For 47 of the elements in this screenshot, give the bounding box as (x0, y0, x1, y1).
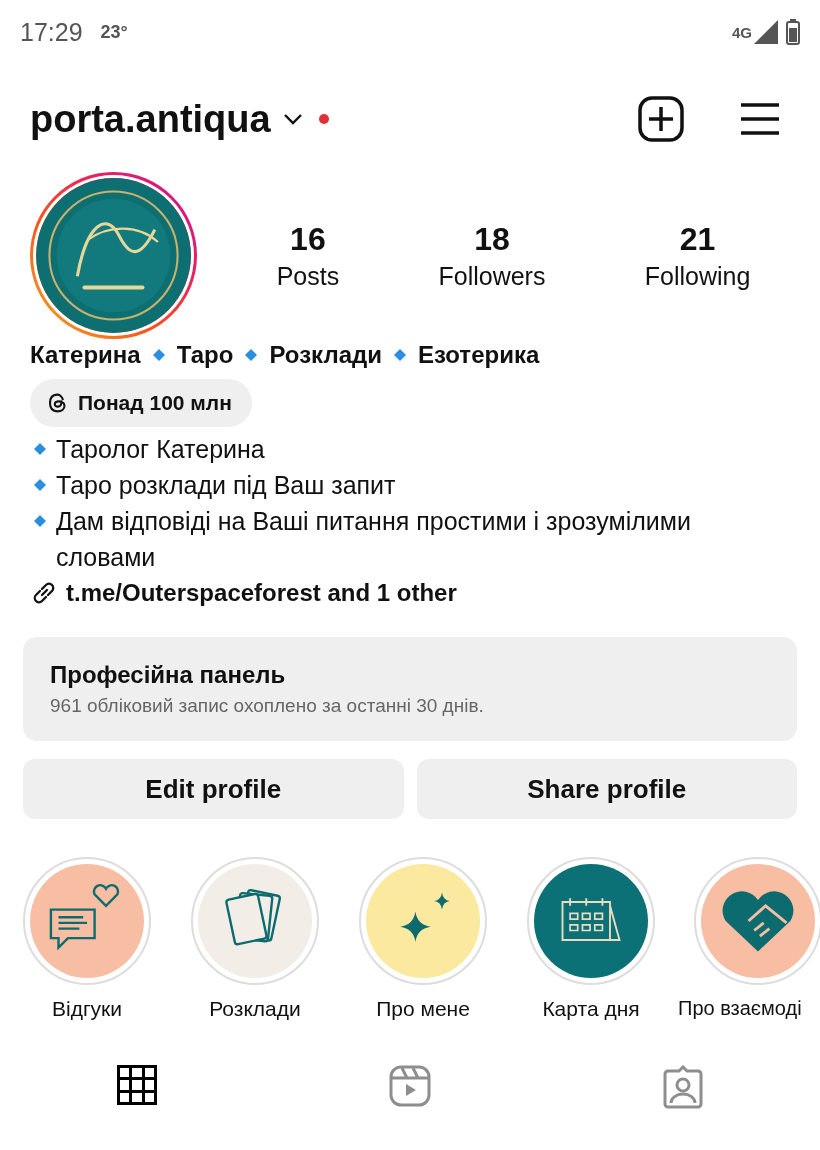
headline-text: Катерина (30, 341, 141, 369)
grid-icon[interactable] (116, 1065, 157, 1105)
highlight-circle[interactable] (694, 857, 820, 985)
highlight-circle[interactable] (23, 857, 151, 985)
highlight-label[interactable]: Про мене (376, 997, 470, 1021)
headline-text: Езотерика (417, 341, 540, 369)
tagged-icon[interactable] (662, 1065, 705, 1109)
panel-title: Професійна панель (50, 661, 287, 689)
chevron-down-icon[interactable] (282, 113, 303, 125)
clock: 17:29 (20, 17, 83, 47)
menu-icon[interactable] (740, 103, 780, 135)
network-type: 4G (732, 23, 752, 41)
stat-count[interactable]: 16 (290, 220, 326, 258)
profile-button[interactable]: Edit profile (23, 759, 404, 819)
highlight-label[interactable]: Відгуки (52, 997, 122, 1021)
stat-count[interactable]: 21 (679, 220, 716, 258)
diamond-icon (245, 349, 258, 361)
highlight-circle[interactable] (527, 857, 655, 985)
diamond-icon (34, 443, 46, 455)
diamond-icon (393, 349, 406, 361)
add-icon[interactable] (638, 96, 684, 142)
bio-text: Дам відповіді на Ваші питання простими і зрозумілими словами (56, 506, 692, 573)
diamond-icon (34, 515, 46, 527)
highlight-label[interactable]: Розклади (209, 997, 301, 1021)
stat-label[interactable]: Followers (438, 261, 546, 291)
username[interactable]: porta.antiqua (30, 97, 271, 141)
headline-text: Розклади (269, 341, 382, 369)
highlight-circle[interactable] (191, 857, 319, 985)
stat-label[interactable]: Posts (276, 261, 340, 291)
temperature: 23° (100, 21, 128, 43)
signal-icon (754, 20, 778, 44)
highlight-label[interactable]: Карта дня (542, 997, 640, 1021)
highlight-label[interactable]: Про взаємоді (678, 997, 802, 1020)
bio-link[interactable]: t.me/Outerspaceforest and 1 other (66, 579, 457, 607)
stat-label[interactable]: Following (644, 261, 751, 291)
battery-icon (786, 19, 800, 45)
diamond-icon (152, 349, 165, 361)
headline-text: Таро (176, 341, 234, 369)
professional-dashboard[interactable]: Професійна панель 961 обліковий запис охоплено за останні 30 днів. (23, 637, 797, 741)
bio-text: Таро розклади під Ваш запит (56, 470, 396, 501)
threads-badge[interactable]: Понад 100 млн (30, 379, 252, 427)
bio-text: Таролог Катерина (56, 434, 265, 465)
profile-button[interactable]: Share profile (416, 759, 797, 819)
diamond-icon (34, 479, 46, 491)
reels-icon[interactable] (389, 1065, 431, 1107)
panel-subtitle: 961 обліковий запис охоплено за останні 30 днів. (50, 695, 485, 717)
stat-count[interactable]: 18 (474, 220, 510, 258)
